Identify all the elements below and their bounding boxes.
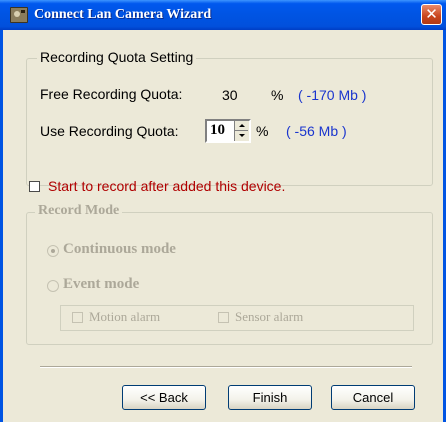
arrow-down-icon xyxy=(238,134,245,137)
window-title: Connect Lan Camera Wizard xyxy=(34,7,212,22)
finish-button[interactable]: Finish xyxy=(228,385,312,410)
continuous-mode-label[interactable]: Continuous mode xyxy=(63,241,176,258)
spinner-down-button[interactable] xyxy=(235,131,248,140)
window-border-left xyxy=(0,30,3,422)
event-mode-radio[interactable] xyxy=(47,280,59,292)
free-quota-value: 30 xyxy=(222,87,238,103)
record-mode-legend: Record Mode xyxy=(35,203,123,219)
close-icon: ✕ xyxy=(425,5,438,23)
camera-app-icon xyxy=(10,7,28,23)
free-quota-mb: ( -170 Mb ) xyxy=(298,87,367,103)
close-button[interactable]: ✕ xyxy=(421,4,442,25)
cancel-button[interactable]: Cancel xyxy=(331,385,415,410)
free-quota-label: Free Recording Quota: xyxy=(40,86,183,102)
motion-alarm-label[interactable]: Motion alarm xyxy=(89,309,160,325)
button-separator xyxy=(40,366,412,368)
use-quota-unit: % xyxy=(256,123,269,139)
title-bar[interactable]: Connect Lan Camera Wizard ✕ xyxy=(0,0,446,30)
free-quota-unit: % xyxy=(271,87,284,103)
sensor-alarm-label[interactable]: Sensor alarm xyxy=(235,309,303,325)
start-record-checkbox[interactable] xyxy=(29,181,40,192)
use-quota-mb: ( -56 Mb ) xyxy=(286,123,347,139)
use-quota-label: Use Recording Quota: xyxy=(40,123,179,139)
continuous-mode-radio[interactable] xyxy=(47,245,59,257)
recording-quota-legend: Recording Quota Setting xyxy=(37,49,197,65)
motion-alarm-checkbox[interactable] xyxy=(72,312,83,323)
spinner-up-button[interactable] xyxy=(235,121,248,131)
start-record-label[interactable]: Start to record after added this device. xyxy=(48,178,285,194)
spinner-buttons xyxy=(234,121,249,141)
use-quota-value[interactable]: 10 xyxy=(210,122,225,139)
back-button[interactable]: << Back xyxy=(122,385,206,410)
event-mode-label[interactable]: Event mode xyxy=(63,276,139,293)
sensor-alarm-checkbox[interactable] xyxy=(218,312,229,323)
use-quota-spinner[interactable]: 10 xyxy=(205,119,251,143)
arrow-up-icon xyxy=(238,124,245,127)
